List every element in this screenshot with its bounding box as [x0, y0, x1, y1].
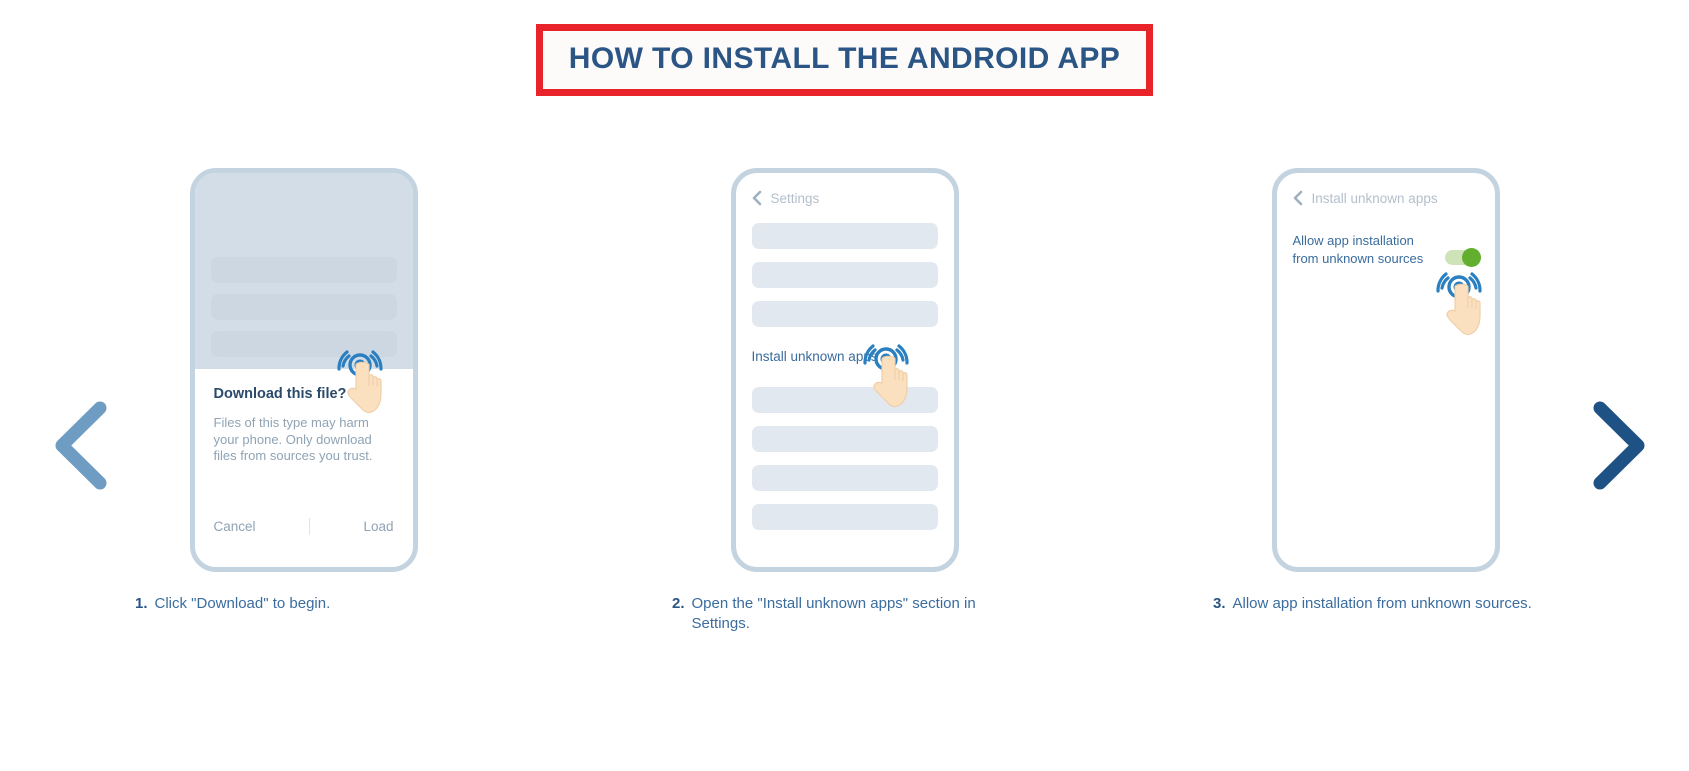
phone-mockup-2: Settings Install unknown apps [730, 168, 959, 572]
steps-container: Download this file? Files of this type m… [0, 168, 1689, 633]
phone2-header-label: Settings [770, 190, 820, 206]
phone1-background-content [194, 173, 413, 369]
permission-row: Allow app installation from unknown sour… [1277, 206, 1495, 267]
phone2-header: Settings [736, 173, 954, 206]
download-dialog: Download this file? Files of this type m… [194, 369, 413, 567]
step-number: 1. [135, 595, 148, 612]
install-unknown-apps-link[interactable]: Install unknown apps [736, 327, 954, 364]
settings-list-bottom [736, 364, 954, 530]
phone-mockup-1: Download this file? Files of this type m… [189, 168, 418, 572]
step-1-caption: 1. Click "Download" to begin. [131, 594, 330, 614]
dialog-body: Files of this type may harm your phone. … [213, 415, 373, 464]
permission-label: Allow app installation from unknown sour… [1292, 233, 1424, 266]
cancel-button[interactable]: Cancel [214, 519, 256, 534]
divider [308, 518, 310, 535]
step-caption-text: Open the "Install unknown apps" section … [691, 595, 976, 632]
dialog-title: Download this file? [213, 386, 347, 402]
placeholder-bar [751, 426, 938, 452]
placeholder-bar [751, 465, 938, 491]
settings-list-top [736, 206, 954, 327]
step-2-caption: 2. Open the "Install unknown apps" secti… [672, 594, 992, 633]
step-number: 2. [672, 595, 685, 612]
placeholder-bar [210, 294, 397, 320]
toggle-knob [1461, 248, 1481, 267]
placeholder-bar [751, 504, 938, 530]
page-header: HOW TO INSTALL THE ANDROID APP [0, 24, 1689, 96]
unknown-sources-toggle[interactable] [1444, 248, 1481, 267]
step-3-caption: 3. Allow app installation from unknown s… [1213, 594, 1532, 614]
title-box: HOW TO INSTALL THE ANDROID APP [535, 24, 1154, 96]
step-1: Download this file? Files of this type m… [131, 168, 476, 633]
tap-hand-icon [1435, 272, 1482, 336]
step-3: Install unknown apps Allow app installat… [1213, 168, 1558, 633]
placeholder-bar [751, 262, 938, 288]
placeholder-bar [751, 223, 938, 249]
step-caption-text: Allow app installation from unknown sour… [1232, 595, 1532, 612]
placeholder-bar [210, 257, 397, 283]
placeholder-bar [751, 387, 938, 413]
load-button[interactable]: Load [363, 519, 393, 534]
placeholder-bar [751, 301, 938, 327]
chevron-left-icon[interactable] [1293, 190, 1303, 206]
step-caption-text: Click "Download" to begin. [154, 595, 331, 612]
chevron-left-icon[interactable] [752, 190, 762, 206]
tap-gesture-3 [1435, 272, 1491, 341]
dialog-actions: Cancel Load [214, 518, 394, 535]
step-number: 3. [1213, 595, 1226, 612]
page-title: HOW TO INSTALL THE ANDROID APP [568, 42, 1121, 75]
phone3-header: Install unknown apps [1277, 173, 1495, 206]
placeholder-bar [210, 331, 397, 357]
phone3-header-label: Install unknown apps [1311, 190, 1438, 206]
step-2: Settings Install unknown apps 2. Open th… [672, 168, 1017, 633]
phone-mockup-3: Install unknown apps Allow app installat… [1271, 168, 1500, 572]
